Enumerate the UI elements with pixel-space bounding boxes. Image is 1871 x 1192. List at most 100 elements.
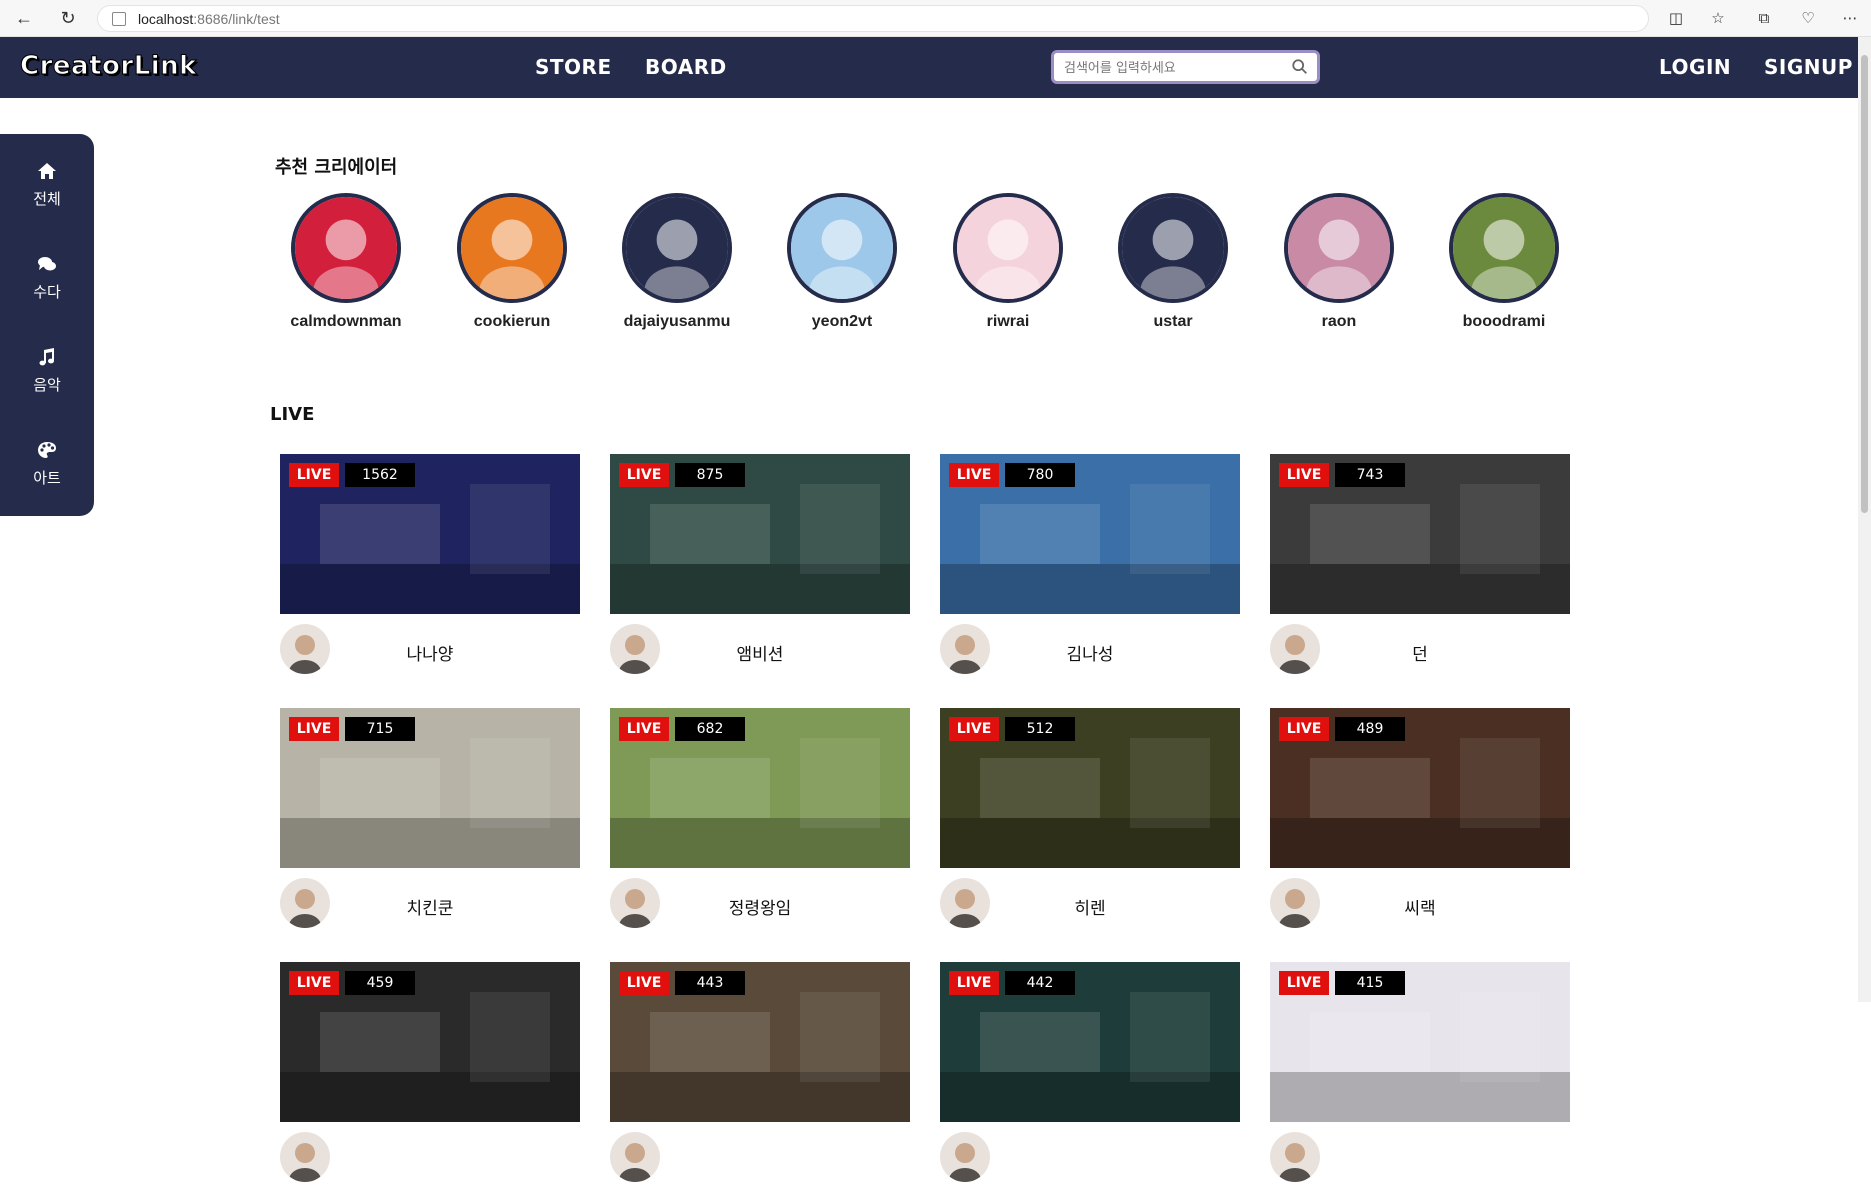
sidebar-item-art[interactable]: 아트 [0, 441, 94, 511]
creator-name[interactable]: riwrai [933, 313, 1083, 331]
extensions-icon[interactable]: ♡ [1796, 6, 1820, 30]
creator-item[interactable]: booodrami [1429, 193, 1579, 331]
favicon-icon [112, 11, 126, 26]
stream-thumbnail[interactable]: LIVE 489 [1270, 708, 1570, 868]
page-scrollbar[interactable] [1858, 37, 1871, 1002]
live-card[interactable]: LIVE 512 히렌 [940, 708, 1240, 938]
streamer-avatar[interactable] [940, 878, 990, 928]
creator-avatar[interactable] [457, 193, 567, 303]
creator-item[interactable]: yeon2vt [767, 193, 917, 331]
streamer-avatar[interactable] [610, 1132, 660, 1182]
creator-item[interactable]: ustar [1098, 193, 1248, 331]
sidebar-item-all[interactable]: 전체 [0, 162, 94, 232]
site-logo[interactable]: CreatorLink [20, 51, 197, 82]
live-card[interactable]: LIVE 875 앰비션 [610, 454, 910, 684]
stream-thumbnail[interactable]: LIVE 780 [940, 454, 1240, 614]
creator-name[interactable]: dajaiyusanmu [602, 313, 752, 331]
creator-avatar[interactable] [953, 193, 1063, 303]
creator-name[interactable]: cookierun [437, 313, 587, 331]
live-card[interactable]: LIVE 443 [610, 962, 910, 1192]
sidebar-item-music[interactable]: 음악 [0, 348, 94, 418]
creator-item[interactable]: dajaiyusanmu [602, 193, 752, 331]
nav-board[interactable]: BOARD [645, 55, 727, 79]
back-icon[interactable]: ← [12, 6, 36, 30]
live-card[interactable]: LIVE 415 [1270, 962, 1570, 1192]
creator-avatar[interactable] [622, 193, 732, 303]
creator-avatar-image [461, 197, 563, 299]
creator-name[interactable]: ustar [1098, 313, 1248, 331]
reload-icon[interactable]: ↻ [56, 6, 80, 30]
streamer-avatar[interactable] [940, 624, 990, 674]
creator-avatar[interactable] [1449, 193, 1559, 303]
stream-thumbnail[interactable]: LIVE 442 [940, 962, 1240, 1122]
stream-thumbnail[interactable]: LIVE 459 [280, 962, 580, 1122]
creator-item[interactable]: riwrai [933, 193, 1083, 331]
sidebar-item-chat[interactable]: 수다 [0, 255, 94, 325]
signup-link[interactable]: SIGNUP [1764, 55, 1853, 79]
streamer-name[interactable]: 앰비션 [670, 640, 850, 665]
creator-avatar[interactable] [291, 193, 401, 303]
nav-store[interactable]: STORE [535, 55, 612, 79]
streamer-name[interactable]: 김나성 [1000, 640, 1180, 665]
search-icon[interactable] [1291, 58, 1309, 76]
sidebar-item-label: 음악 [33, 376, 61, 394]
streamer-name[interactable]: 히렌 [1000, 894, 1180, 919]
live-card[interactable]: LIVE 489 씨랙 [1270, 708, 1570, 938]
live-card[interactable]: LIVE 682 정령왕임 [610, 708, 910, 938]
streamer-avatar-image [280, 624, 330, 674]
viewer-count: 682 [675, 717, 745, 741]
live-card[interactable]: LIVE 1562 나나양 [280, 454, 580, 684]
live-card[interactable]: LIVE 442 [940, 962, 1240, 1192]
stream-thumbnail[interactable]: LIVE 875 [610, 454, 910, 614]
creator-item[interactable]: raon [1264, 193, 1414, 331]
streamer-avatar[interactable] [1270, 878, 1320, 928]
live-card[interactable]: LIVE 780 김나성 [940, 454, 1240, 684]
streamer-avatar[interactable] [280, 624, 330, 674]
creator-avatar[interactable] [1284, 193, 1394, 303]
streamer-avatar[interactable] [1270, 624, 1320, 674]
stream-thumbnail[interactable]: LIVE 715 [280, 708, 580, 868]
streamer-name[interactable]: 던 [1330, 640, 1510, 665]
creator-name[interactable]: yeon2vt [767, 313, 917, 331]
creator-name[interactable]: calmdownman [271, 313, 421, 331]
favorite-icon[interactable]: ☆ [1706, 6, 1730, 30]
streamer-name[interactable]: 치킨쿤 [340, 894, 520, 919]
creator-avatar[interactable] [1118, 193, 1228, 303]
stream-thumbnail[interactable]: LIVE 443 [610, 962, 910, 1122]
stream-info: 김나성 [940, 614, 1240, 684]
streamer-avatar[interactable] [940, 1132, 990, 1182]
scrollbar-thumb[interactable] [1861, 55, 1868, 513]
streamer-name[interactable]: 정령왕임 [670, 894, 850, 919]
search-input[interactable] [1064, 57, 1284, 79]
more-icon[interactable]: ⋯ [1838, 6, 1862, 30]
stream-thumbnail[interactable]: LIVE 512 [940, 708, 1240, 868]
live-card[interactable]: LIVE 459 [280, 962, 580, 1192]
creator-name[interactable]: booodrami [1429, 313, 1579, 331]
live-badge: LIVE [619, 463, 669, 487]
login-link[interactable]: LOGIN [1659, 55, 1731, 79]
stream-thumbnail[interactable]: LIVE 743 [1270, 454, 1570, 614]
split-view-icon[interactable]: ◫ [1664, 6, 1688, 30]
creator-item[interactable]: calmdownman [271, 193, 421, 331]
creator-avatar-image [791, 197, 893, 299]
streamer-avatar[interactable] [610, 878, 660, 928]
streamer-avatar[interactable] [280, 1132, 330, 1182]
streamer-name[interactable]: 씨랙 [1330, 894, 1510, 919]
stream-thumbnail[interactable]: LIVE 415 [1270, 962, 1570, 1122]
stream-thumbnail[interactable]: LIVE 682 [610, 708, 910, 868]
live-card[interactable]: LIVE 743 던 [1270, 454, 1570, 684]
stream-info: 정령왕임 [610, 868, 910, 938]
creator-avatar-image [295, 197, 397, 299]
streamer-name[interactable]: 나나양 [340, 640, 520, 665]
live-card[interactable]: LIVE 715 치킨쿤 [280, 708, 580, 938]
stream-info: 씨랙 [1270, 868, 1570, 938]
creator-avatar[interactable] [787, 193, 897, 303]
stream-thumbnail[interactable]: LIVE 1562 [280, 454, 580, 614]
address-bar[interactable]: localhost:8686/link/test [97, 5, 1649, 32]
streamer-avatar[interactable] [1270, 1132, 1320, 1182]
streamer-avatar[interactable] [610, 624, 660, 674]
collections-icon[interactable]: ⧉ [1752, 6, 1776, 30]
streamer-avatar[interactable] [280, 878, 330, 928]
creator-item[interactable]: cookierun [437, 193, 587, 331]
creator-name[interactable]: raon [1264, 313, 1414, 331]
